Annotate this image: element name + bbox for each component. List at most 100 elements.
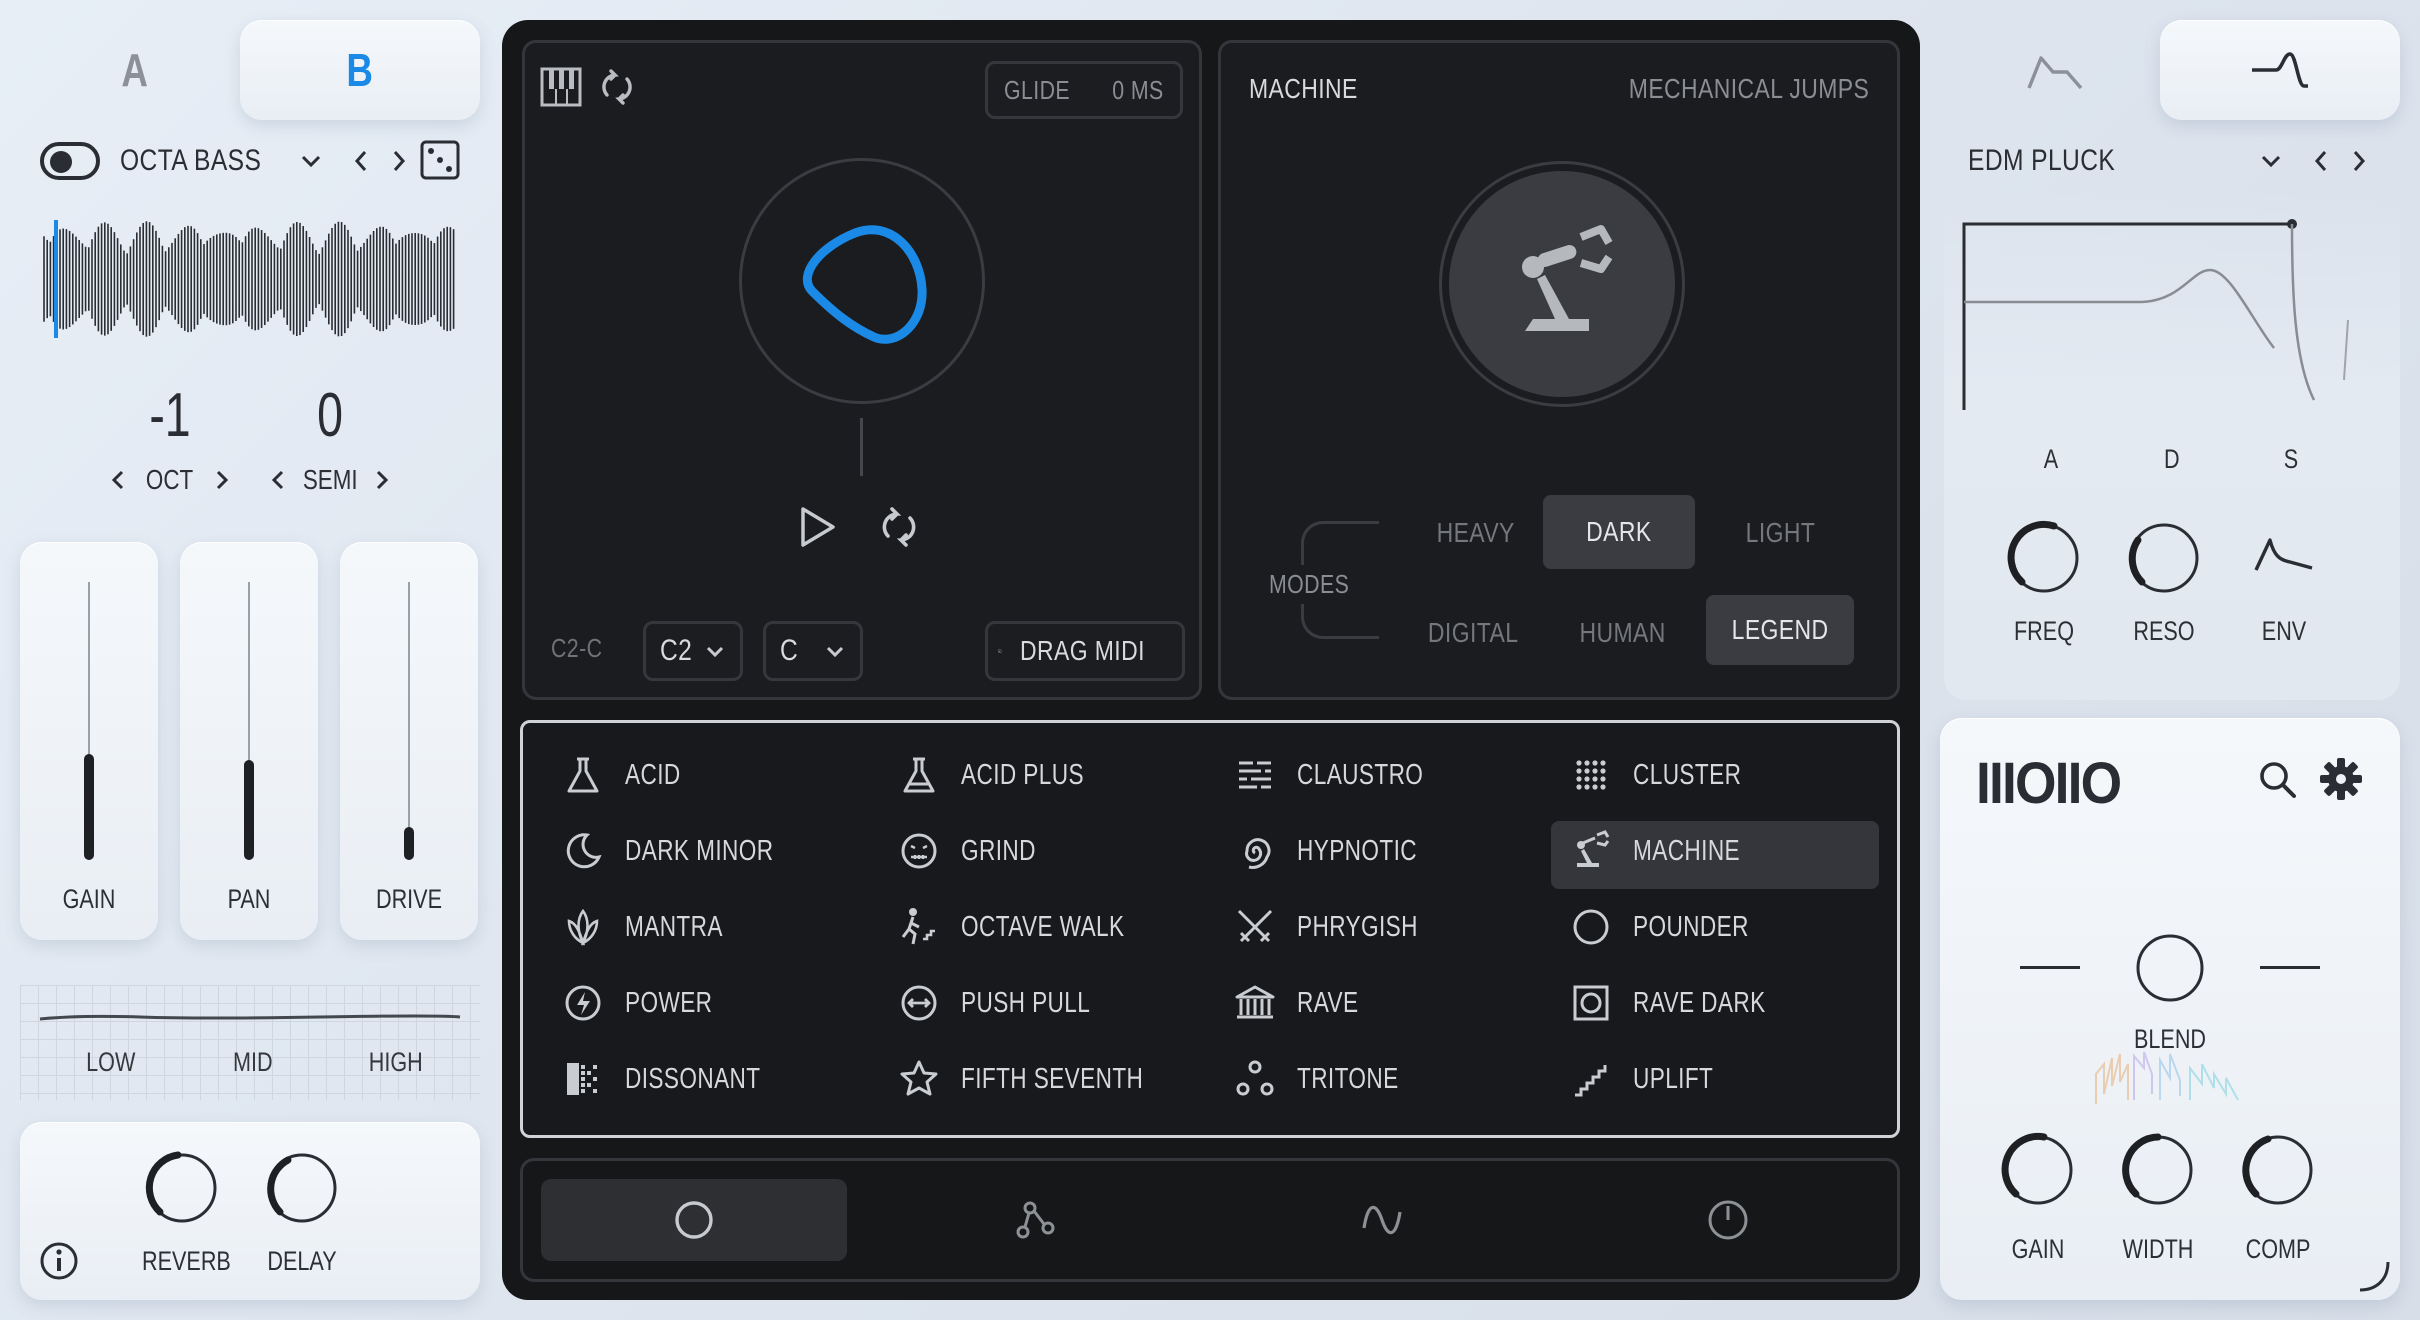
freq-knob[interactable] [2004,518,2084,598]
pattern-item-hypnotic[interactable]: HYPNOTIC [1233,823,1451,879]
preset-next-icon[interactable] [384,146,414,176]
pattern-item-claustro[interactable]: CLAUSTRO [1233,747,1459,803]
dot-grid-icon [1569,753,1613,797]
eq-high-label: HIGH [368,1047,423,1077]
pattern-item-push-pull[interactable]: PUSH PULL [897,975,1127,1031]
blend-knob[interactable] [2134,932,2206,1004]
chevron-down-icon [826,646,844,658]
pattern-item-power[interactable]: POWER [561,975,737,1031]
pattern-item-rave[interactable]: RAVE [1233,975,1376,1031]
out-gain-knob[interactable] [1998,1130,2078,1210]
lotus-icon [561,905,605,949]
oct-down-icon[interactable] [105,465,131,495]
osc-toggle[interactable] [40,142,100,180]
mode-human[interactable]: HUMAN [1543,597,1703,669]
machine-panel: MACHINE MECHANICAL JUMPS MODES HEAVY DAR… [1218,40,1900,700]
preset-name-left[interactable]: OCTA BASS [120,142,292,180]
env-label: ENV [2261,616,2307,646]
width-knob[interactable] [2118,1130,2198,1210]
pattern-item-rave-dark[interactable]: RAVE DARK [1569,975,1803,1031]
tab-timer[interactable] [1575,1179,1881,1261]
key-select[interactable]: C [763,621,863,681]
semi-stepper: SEMI [265,460,395,500]
pattern-label: CLUSTER [1633,758,1742,791]
bars-icon [1233,753,1277,797]
octave-select[interactable]: C2 [643,621,743,681]
dither-icon [561,1057,605,1101]
pattern-label: ACID [625,758,681,791]
pattern-visual[interactable] [739,158,985,404]
fader-drive[interactable]: DRIVE [340,542,478,940]
pattern-label: TRITONE [1297,1062,1399,1095]
right-preset-dropdown-icon[interactable] [2256,146,2286,176]
tab-b[interactable]: B [240,20,480,120]
pattern-item-dissonant[interactable]: DISSONANT [561,1051,799,1107]
pattern-label: CLAUSTRO [1297,758,1424,791]
resize-handle-icon[interactable] [2356,1258,2392,1294]
tab-wave[interactable] [1229,1179,1535,1261]
pattern-item-cluster[interactable]: CLUSTER [1569,747,1772,803]
piano-icon[interactable] [539,65,583,109]
pattern-item-mantra[interactable]: MANTRA [561,899,750,955]
oct-up-icon[interactable] [209,465,235,495]
randomize-dice-icon[interactable] [418,138,462,182]
pattern-item-acid-plus[interactable]: ACID PLUS [897,747,1119,803]
mode-legend[interactable]: LEGEND [1706,595,1854,665]
freq-label: FREQ [2013,616,2074,646]
gear-icon[interactable] [2318,756,2364,802]
pattern-item-pounder[interactable]: POUNDER [1569,899,1782,955]
target-square-icon [1569,981,1613,1025]
pattern-item-dark-minor[interactable]: DARK MINOR [561,823,815,879]
right-preset-prev-icon[interactable] [2306,146,2336,176]
waveform-display[interactable] [40,218,460,340]
fader-pan[interactable]: PAN [180,542,318,940]
walker-icon [897,905,941,949]
semi-down-icon[interactable] [265,465,291,495]
mode-heavy[interactable]: HEAVY [1401,497,1551,569]
info-icon[interactable] [38,1240,80,1282]
pattern-label: PHRYGISH [1297,910,1418,943]
pattern-item-acid[interactable]: ACID [561,747,696,803]
filter-tab-active[interactable] [2160,20,2400,120]
glide-control[interactable]: GLIDE 0 MS [985,61,1183,119]
play-icon[interactable] [793,503,841,551]
playhead-line [860,418,863,476]
reverb-knob[interactable] [142,1148,222,1228]
adsr-graph[interactable] [1962,210,2382,430]
regenerate-icon[interactable] [875,503,923,551]
semi-up-icon[interactable] [369,465,395,495]
pattern-item-octave-walk[interactable]: OCTAVE WALK [897,899,1171,955]
blend-label: BLEND [2133,1024,2207,1054]
pattern-item-fifth-seventh[interactable]: FIFTH SEVENTH [897,1051,1195,1107]
out-gain-label: GAIN [2011,1234,2065,1264]
preset-prev-icon[interactable] [346,146,376,176]
mode-digital[interactable]: DIGITAL [1393,597,1553,669]
env-button[interactable] [2250,526,2320,586]
tab-nodes[interactable] [883,1179,1189,1261]
reso-knob[interactable] [2124,518,2204,598]
preset-name-right[interactable]: EDM PLUCK [1968,142,2148,180]
pattern-item-machine[interactable]: MACHINE [1569,823,1770,879]
modes-label: MODES [1269,565,1350,604]
fader-label: GAIN [62,884,116,914]
delay-knob[interactable] [262,1148,342,1228]
comp-knob[interactable] [2238,1130,2318,1210]
tab-a[interactable]: A [40,20,230,120]
search-icon[interactable] [2256,758,2300,802]
pattern-item-grind[interactable]: GRIND [897,823,1057,879]
pattern-item-uplift[interactable]: UPLIFT [1569,1051,1736,1107]
pattern-item-phrygish[interactable]: PHRYGISH [1233,899,1452,955]
mode-dark[interactable]: DARK [1543,495,1695,569]
fader-gain[interactable]: GAIN [20,542,158,940]
eq-display[interactable]: LOW MID HIGH [20,985,480,1100]
tab-circle[interactable] [541,1179,847,1261]
right-preset-next-icon[interactable] [2344,146,2374,176]
preset-dropdown-icon[interactable] [296,146,326,176]
mode-light[interactable]: LIGHT [1705,497,1855,569]
filter-tab-lowpass[interactable] [1950,24,2160,120]
bottom-tabs [520,1158,1900,1282]
pattern-item-tritone[interactable]: TRITONE [1233,1051,1427,1107]
drag-midi-button[interactable]: DRAG MIDI [985,621,1185,681]
loop-icon[interactable] [595,65,639,109]
reso-label: RESO [2133,616,2195,646]
